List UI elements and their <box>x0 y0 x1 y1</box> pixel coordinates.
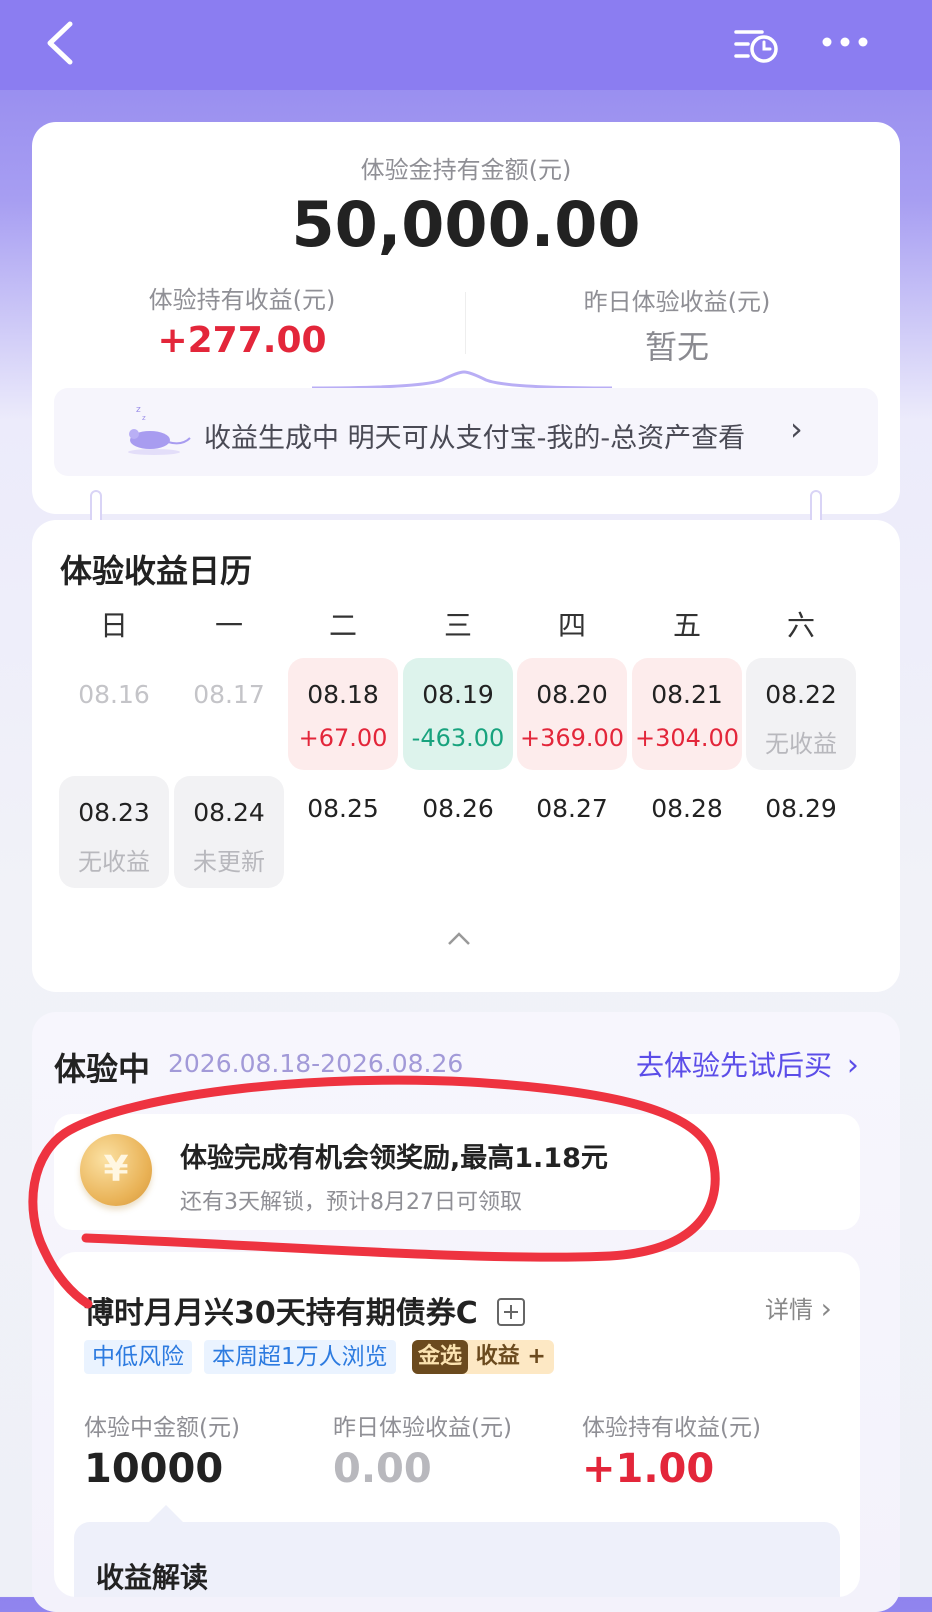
fund-detail-link[interactable]: 详情 › <box>765 1290 832 1325</box>
svg-text:z: z <box>136 405 141 415</box>
income-analysis-label: 收益解读 <box>96 1561 209 1594</box>
chevron-right-icon: › <box>820 1292 832 1325</box>
day-income: -463.00 <box>411 724 505 752</box>
day-income: +67.00 <box>298 724 388 752</box>
weekday-wed: 三 <box>443 609 472 642</box>
fund-name[interactable]: 博时月月兴30天持有期债券C <box>84 1288 526 1332</box>
day-date: 08.18 <box>307 680 379 709</box>
weekday-sat: 六 <box>786 609 815 642</box>
weekday-fri: 五 <box>672 609 701 642</box>
calendar-day[interactable]: 08.27 <box>517 776 627 888</box>
add-icon[interactable] <box>496 1297 526 1327</box>
back-arrow-icon[interactable] <box>40 18 84 68</box>
gold-select-tag: 金选 收益 + <box>412 1340 554 1374</box>
divider <box>465 292 466 354</box>
weekday-sun: 日 <box>99 609 128 642</box>
history-list-icon[interactable] <box>734 24 780 66</box>
experience-date-range: 2026.08.18-2026.08.26 <box>168 1049 464 1078</box>
calendar-day[interactable]: 08.20 +369.00 <box>517 658 627 770</box>
calendar-day[interactable]: 08.21 +304.00 <box>632 658 742 770</box>
day-date: 08.16 <box>78 680 150 709</box>
stat-value: 0.00 <box>333 1446 432 1492</box>
reward-subtitle: 还有3天解锁，预计8月27日可领取 <box>180 1190 522 1215</box>
coin-symbol: ¥ <box>103 1149 129 1190</box>
hold-income-value: +277.00 <box>157 320 327 361</box>
income-analysis-box[interactable]: 收益解读 <box>74 1505 840 1597</box>
calendar-day[interactable]: 08.29 <box>746 776 856 888</box>
yesterday-income-label: 昨日体验收益(元) <box>583 288 771 316</box>
weekday-thu: 四 <box>557 609 586 642</box>
pointer-curve <box>312 370 612 390</box>
day-date: 08.17 <box>193 680 265 709</box>
day-date: 08.23 <box>78 798 150 827</box>
risk-tag: 中低风险 <box>84 1340 192 1374</box>
hold-income-label: 体验持有收益(元) <box>148 286 336 314</box>
holding-amount-label: 体验金持有金额(元) <box>360 156 572 184</box>
reward-title: 体验完成有机会领奖励,最高1.18元 <box>180 1143 608 1174</box>
gold-select-badge: 金选 <box>412 1340 469 1374</box>
yesterday-income-value: 暂无 <box>644 328 709 366</box>
stat-value: +1.00 <box>582 1446 715 1492</box>
chevron-up-icon[interactable] <box>446 928 472 948</box>
try-before-buy-label: 去体验先试后买 <box>636 1049 833 1082</box>
day-income: +304.00 <box>634 724 740 752</box>
weekday-tue: 二 <box>328 609 357 642</box>
chevron-right-icon: › <box>846 1048 859 1083</box>
weekday-mon: 一 <box>214 609 243 642</box>
day-income: 无收益 <box>78 848 150 876</box>
day-date: 08.19 <box>422 680 494 709</box>
stat-label: 体验中金额(元) <box>84 1415 240 1441</box>
day-income: +369.00 <box>519 724 625 752</box>
calendar-title: 体验收益日历 <box>60 552 253 590</box>
day-date: 08.29 <box>765 794 837 823</box>
stat-label: 体验持有收益(元) <box>582 1415 761 1441</box>
gold-select-plus: + <box>527 1344 546 1369</box>
day-date: 08.20 <box>536 680 608 709</box>
notice-arrow-icon: › <box>790 410 803 448</box>
day-date: 08.26 <box>422 794 494 823</box>
day-date: 08.21 <box>651 680 723 709</box>
gold-select-income: 收益 <box>475 1344 520 1369</box>
svg-text:z: z <box>142 414 146 422</box>
stat-label: 昨日体验收益(元) <box>333 1415 512 1441</box>
calendar-day[interactable]: 08.23 无收益 <box>59 776 169 888</box>
holding-amount: 50,000.00 <box>291 188 641 261</box>
more-icon[interactable] <box>820 24 870 60</box>
calendar-day[interactable]: 08.16 <box>59 658 169 770</box>
reward-card[interactable]: ¥ 体验完成有机会领奖励,最高1.18元 还有3天解锁，预计8月27日可领取 <box>54 1114 860 1230</box>
calendar-day[interactable]: 08.28 <box>632 776 742 888</box>
calendar-day[interactable]: 08.26 <box>403 776 513 888</box>
sleeping-mouse-icon: z z <box>128 405 191 455</box>
calendar-day[interactable]: 08.18 +67.00 <box>288 658 398 770</box>
day-date: 08.22 <box>765 680 837 709</box>
fund-name-text: 博时月月兴30天持有期债券C <box>84 1296 478 1331</box>
notice-bar[interactable]: z z 收益生成中 明天可从支付宝-我的-总资产查看 › <box>54 388 878 476</box>
day-date: 08.28 <box>651 794 723 823</box>
top-bar <box>0 0 932 90</box>
fund-detail-label: 详情 <box>765 1296 813 1324</box>
day-date: 08.27 <box>536 794 608 823</box>
summary-card: 体验金持有金额(元) 50,000.00 体验持有收益(元) +277.00 昨… <box>32 122 900 514</box>
calendar-day[interactable]: 08.22 无收益 <box>746 658 856 770</box>
coin-icon: ¥ <box>80 1134 152 1206</box>
day-date: 08.24 <box>193 798 265 827</box>
calendar-day[interactable]: 08.19 -463.00 <box>403 658 513 770</box>
day-income: 无收益 <box>765 730 837 758</box>
calendar-day[interactable]: 08.25 <box>288 776 398 888</box>
day-date: 08.25 <box>307 794 379 823</box>
experience-title: 体验中 <box>54 1050 151 1088</box>
stat-value: 10000 <box>84 1446 224 1492</box>
popularity-tag: 本周超1万人浏览 <box>204 1340 396 1374</box>
calendar-day[interactable]: 08.24 未更新 <box>174 776 284 888</box>
calendar-day[interactable]: 08.17 <box>174 658 284 770</box>
day-income: 未更新 <box>193 848 265 876</box>
notice-text: 收益生成中 明天可从支付宝-我的-总资产查看 <box>204 423 746 454</box>
try-before-buy-link[interactable]: 去体验先试后买 › <box>636 1044 859 1084</box>
